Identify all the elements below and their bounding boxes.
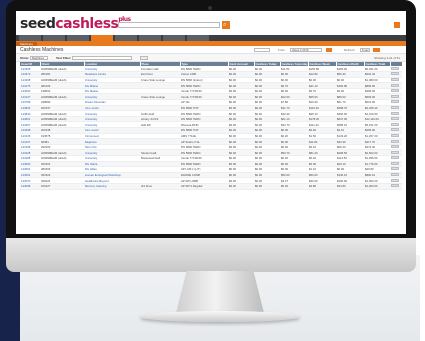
edit-cell xyxy=(390,183,402,190)
refresh-select[interactable]: 5 sec xyxy=(360,48,370,52)
scene: seedcashlessplus ⌕ Machines Cashless Mac… xyxy=(0,0,425,341)
brand-accent: cashless xyxy=(55,16,119,32)
edit-icon[interactable] xyxy=(391,139,399,143)
period-select[interactable] xyxy=(254,48,270,52)
nav-tab-5[interactable] xyxy=(115,35,137,41)
page-title: Cashless Machines xyxy=(20,47,64,53)
edit-icon[interactable] xyxy=(391,83,399,87)
go-button[interactable] xyxy=(373,48,380,52)
edit-icon[interactable] xyxy=(391,156,399,160)
nav-tab-6[interactable] xyxy=(139,35,161,41)
nav-tab-active[interactable] xyxy=(91,35,113,41)
table-cell: 161027 xyxy=(40,183,84,190)
header-search-button[interactable]: ⌕ xyxy=(222,21,230,29)
nav-tab-2[interactable] xyxy=(43,35,65,41)
edit-icon[interactable] xyxy=(391,161,399,165)
search-icon: ⌕ xyxy=(223,22,227,28)
header-menu-icon[interactable] xyxy=(394,22,400,28)
show-label: Show: xyxy=(20,56,29,60)
edit-icon[interactable] xyxy=(391,128,399,132)
edit-icon[interactable] xyxy=(391,66,399,70)
filter-row: Show: Machines Text Filter: Showing 1-21… xyxy=(16,54,406,62)
edit-icon[interactable] xyxy=(391,167,399,171)
table-cell: $1,003.00 xyxy=(364,183,390,190)
table-cell: $4.80 xyxy=(308,183,336,190)
monitor: seedcashlessplus ⌕ Machines Cashless Mac… xyxy=(6,0,416,272)
edit-icon[interactable] xyxy=(391,77,399,81)
text-filter-label: Text Filter: xyxy=(56,56,72,60)
edit-icon[interactable] xyxy=(391,133,399,137)
edit-icon[interactable] xyxy=(391,72,399,76)
edit-icon[interactable] xyxy=(391,184,399,188)
edit-icon[interactable] xyxy=(391,122,399,126)
table-cell: $0.00 xyxy=(228,183,254,190)
showing-count: Showing 1-21 of 51 xyxy=(374,56,400,60)
edit-icon[interactable] xyxy=(391,145,399,149)
apply-filter-button[interactable] xyxy=(140,56,148,60)
edit-icon[interactable] xyxy=(391,178,399,182)
table-cell: $34.80 xyxy=(336,183,364,190)
edit-icon[interactable] xyxy=(391,100,399,104)
text-filter-input[interactable] xyxy=(72,56,132,60)
app-header: seedcashlessplus ⌕ xyxy=(16,11,406,35)
table-cell: $0.00 xyxy=(280,183,308,190)
camera-icon xyxy=(208,6,212,10)
table-cell: Mercury Catering xyxy=(84,183,140,190)
edit-icon[interactable] xyxy=(391,105,399,109)
nav-tab-7[interactable] xyxy=(163,35,185,41)
refresh-label: Refresh xyxy=(344,48,355,52)
table-cell: AP 6W 3 Regular xyxy=(180,183,228,190)
column-header[interactable]: Cashless Yesterday xyxy=(280,62,309,66)
table-row[interactable]: 143098 161027 Mercury Catering 3rd Floor AP … xyxy=(20,183,402,190)
nav-tab-3[interactable] xyxy=(67,35,89,41)
table-cell: 3rd Floor xyxy=(140,183,180,190)
monitor-base xyxy=(140,311,300,322)
brand-logo[interactable]: seedcashlessplus xyxy=(20,16,131,32)
monitor-stand xyxy=(176,271,264,313)
column-header[interactable]: Cashless Today xyxy=(254,62,281,66)
header-search-input[interactable] xyxy=(118,22,220,28)
edit-icon[interactable] xyxy=(391,89,399,93)
title-row: Cashless Machines From Week 3 2015 Refre… xyxy=(16,46,406,54)
edit-icon[interactable] xyxy=(391,173,399,177)
calendar-button[interactable] xyxy=(326,48,332,52)
edit-icon[interactable] xyxy=(391,111,399,115)
from-label: From xyxy=(278,48,285,52)
edit-icon[interactable] xyxy=(391,94,399,98)
nav-tab-8[interactable] xyxy=(187,35,209,41)
monitor-chin xyxy=(6,238,416,272)
show-select[interactable]: Machines xyxy=(30,56,48,60)
edit-icon[interactable] xyxy=(391,117,399,121)
table-cell[interactable]: 143098 xyxy=(20,183,40,190)
edit-icon[interactable] xyxy=(391,150,399,154)
screen: seedcashlessplus ⌕ Machines Cashless Mac… xyxy=(16,11,406,234)
machines-table: Asset ID Client Location Place Type Cash Acco… xyxy=(20,62,403,190)
table-cell: $0.00 xyxy=(254,183,280,190)
from-date-input[interactable]: Week 3 2015 xyxy=(290,48,322,52)
brand-main: seed xyxy=(20,16,56,32)
